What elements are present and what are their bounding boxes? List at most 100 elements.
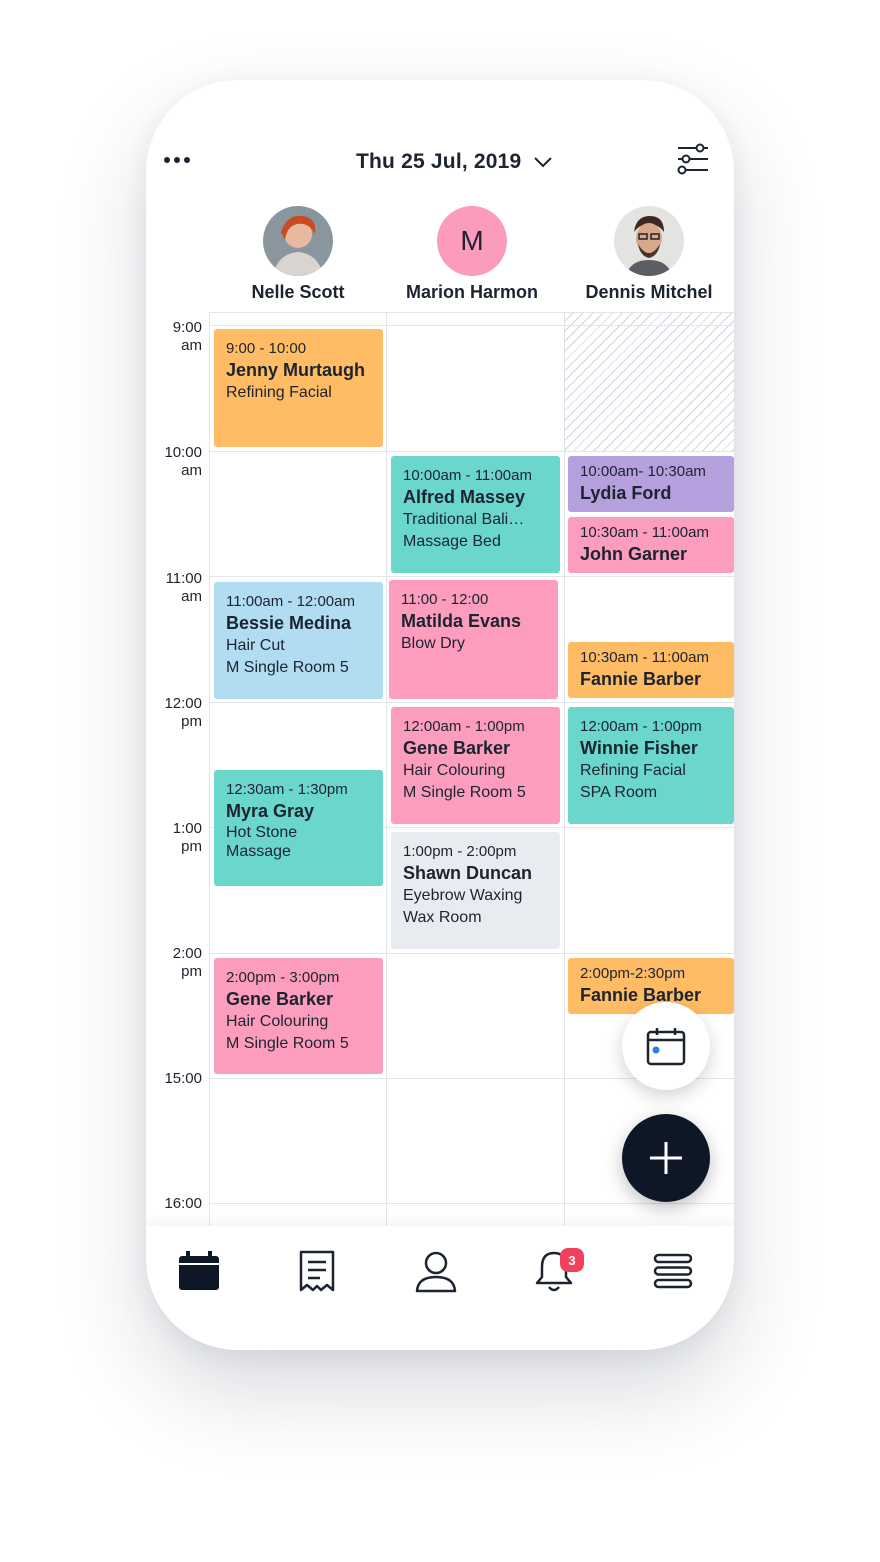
avatar (614, 206, 684, 276)
appointment-card[interactable]: 11:00 - 12:00 Matilda Evans Blow Dry (389, 580, 558, 699)
schedule-grid[interactable]: 9:00 am 10:00 am 11:00 am 12:00 pm 1:00 pm 2:… (146, 312, 734, 1226)
menu-icon (653, 1253, 693, 1289)
appointment-time: 10:00am- 10:30am (580, 463, 706, 480)
hour-line (210, 312, 734, 313)
time-label: 16:00 (164, 1195, 202, 1212)
phone-frame: Thu 25 Jul, 2019 Nelle Scott M Marion Ha… (146, 80, 734, 1350)
service-name: Hot Stone (226, 824, 298, 841)
hour-line (210, 1203, 734, 1204)
appointment-time: 12:00am - 1:00pm (580, 718, 702, 735)
time-label: 1:00 pm (172, 820, 202, 855)
hour-line (210, 451, 734, 452)
service-name: Blow Dry (401, 635, 466, 652)
appointment-time: 11:00 - 12:00 (401, 591, 489, 608)
service-name: Hair Cut (226, 637, 285, 654)
appointment-time: 10:00am - 11:00am (403, 467, 532, 484)
appointment-time: 12:30am - 1:30pm (226, 781, 348, 798)
staff-name: Nelle Scott (251, 282, 345, 302)
room-name: SPA Room (580, 784, 658, 801)
appointment-card[interactable]: 12:00am - 1:00pm Gene Barker Hair Colour… (391, 707, 560, 824)
chevron-down-icon (534, 157, 553, 168)
appointment-time: 9:00 - 10:00 (226, 340, 307, 357)
nav-notifications[interactable]: 3 (524, 1246, 584, 1296)
avatar (263, 206, 333, 276)
client-name: Fannie Barber (580, 669, 702, 689)
blocked-time-slot (565, 312, 734, 451)
calendar-icon (179, 1251, 219, 1290)
notification-badge: 3 (560, 1248, 584, 1272)
appointment-card[interactable]: 12:00am - 1:00pm Winnie Fisher Refining … (568, 707, 734, 824)
client-name: Winnie Fisher (580, 738, 698, 758)
today-calendar-button[interactable] (622, 1002, 710, 1090)
staff-name: Dennis Mitchel (585, 282, 713, 302)
calendar-icon (646, 1028, 686, 1066)
plus-icon (650, 1142, 682, 1174)
user-icon (415, 1251, 457, 1293)
client-name: Bessie Medina (226, 613, 352, 633)
date-picker[interactable]: Thu 25 Jul, 2019 (356, 144, 553, 180)
appointment-card[interactable]: 1:00pm - 2:00pm Shawn Duncan Eyebrow Wax… (391, 832, 560, 949)
appointment-card[interactable]: 11:00am - 12:00am Bessie Medina Hair Cut… (214, 582, 383, 699)
service-name: Refining Facial (226, 384, 332, 401)
client-name: Gene Barker (226, 989, 334, 1009)
hour-line (210, 953, 734, 954)
time-label: 11:00 am (165, 570, 202, 605)
service-name: Eyebrow Waxing (403, 887, 523, 904)
room-name: Wax Room (403, 909, 482, 926)
add-appointment-button[interactable] (622, 1114, 710, 1202)
time-label: 10:00 am (164, 444, 202, 479)
hour-line (210, 576, 734, 577)
service-name: Refining Facial (580, 762, 686, 779)
column-divider (209, 312, 210, 1226)
nav-calendar[interactable] (169, 1246, 229, 1296)
appointment-time: 10:30am - 11:00am (580, 649, 709, 666)
service-name: Hair Colouring (403, 762, 506, 779)
appointment-time: 2:00pm-2:30pm (580, 965, 686, 982)
date-label: Thu 25 Jul, 2019 (356, 150, 522, 173)
time-label: 9:00 am (172, 319, 202, 354)
service-name: Traditional Bali… (403, 511, 525, 528)
appointment-time: 12:00am - 1:00pm (403, 718, 525, 735)
time-label: 2:00 pm (172, 945, 202, 980)
appointment-card[interactable]: 9:00 - 10:00 Jenny Murtaugh Refining Fac… (214, 329, 383, 447)
room-name: M Single Room 5 (226, 659, 349, 676)
appointment-time: 2:00pm - 3:00pm (226, 969, 340, 986)
room-name: M Single Room 5 (226, 1035, 349, 1052)
client-name: Lydia Ford (580, 483, 672, 503)
more-horizontal-icon[interactable] (164, 152, 196, 168)
staff-column-header[interactable]: Dennis Mitchel (564, 206, 734, 303)
column-divider (386, 312, 387, 1226)
service-name: Hair Colouring (226, 1013, 329, 1030)
appointment-time: 11:00am - 12:00am (226, 593, 355, 610)
column-divider (564, 312, 565, 1226)
client-name: Alfred Massey (403, 487, 526, 507)
appointment-card[interactable]: 10:30am - 11:00am John Garner (568, 517, 734, 573)
appointment-card[interactable]: 10:00am- 10:30am Lydia Ford (568, 456, 734, 512)
hour-line (210, 325, 734, 326)
client-name: Gene Barker (403, 738, 511, 758)
avatar: M (437, 206, 507, 276)
room-name: Massage Bed (403, 533, 501, 550)
nav-clients[interactable] (406, 1246, 466, 1296)
staff-column-header[interactable]: Nelle Scott (213, 206, 383, 303)
receipt-icon (299, 1250, 335, 1292)
client-name: Myra Gray (226, 801, 315, 821)
client-name: Matilda Evans (401, 611, 522, 631)
time-label: 15:00 (164, 1070, 202, 1087)
room-name: M Single Room 5 (403, 784, 526, 801)
nav-menu[interactable] (643, 1246, 703, 1296)
appointment-card[interactable]: 10:00am - 11:00am Alfred Massey Traditio… (391, 456, 560, 573)
service-name-cont: Massage (226, 843, 291, 860)
staff-name: Marion Harmon (405, 282, 538, 302)
client-name: Shawn Duncan (403, 863, 533, 883)
filter-sliders-icon[interactable] (676, 142, 710, 176)
client-name: Jenny Murtaugh (226, 360, 366, 380)
appointment-card[interactable]: 10:30am - 11:00am Fannie Barber (568, 642, 734, 698)
appointment-time: 1:00pm - 2:00pm (403, 843, 517, 860)
hour-line (210, 702, 734, 703)
staff-column-header[interactable]: M Marion Harmon (387, 206, 557, 303)
nav-sales[interactable] (287, 1246, 347, 1296)
client-name: John Garner (580, 544, 688, 564)
appointment-card[interactable]: 12:30am - 1:30pm Myra Gray Hot Stone Mas… (214, 770, 383, 886)
appointment-card[interactable]: 2:00pm - 3:00pm Gene Barker Hair Colouri… (214, 958, 383, 1074)
